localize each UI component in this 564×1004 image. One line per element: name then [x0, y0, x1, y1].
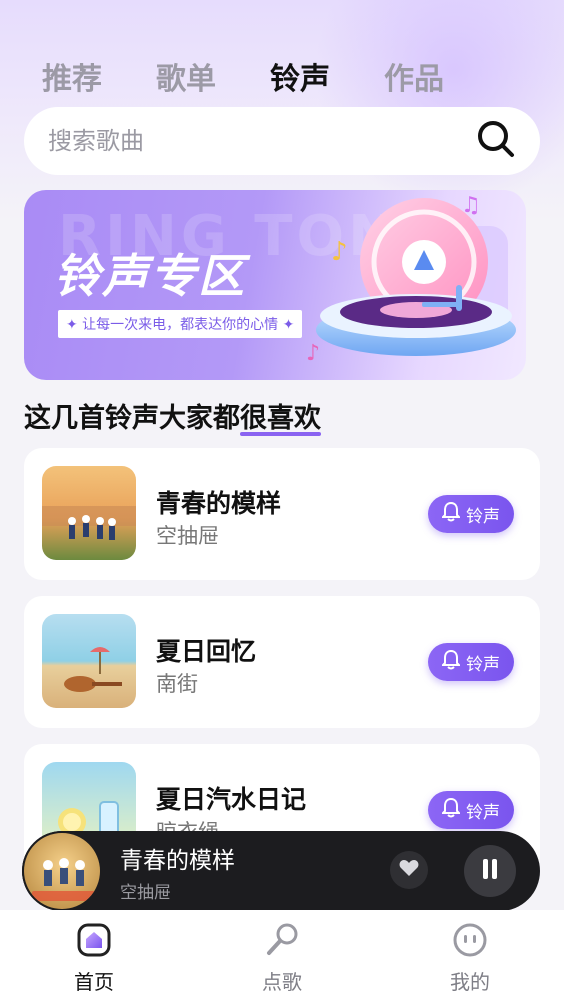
heart-icon: [399, 859, 419, 881]
player-cover: [22, 831, 102, 911]
ringtone-banner[interactable]: RING TONE 铃声专区 ✦ 让每一次来电，都表达你的心情 ✦ ♪ ♫ ♪: [24, 190, 526, 380]
song-artist: 空抽屉: [156, 524, 219, 548]
song-name: 夏日回忆: [156, 637, 257, 666]
section-title: 这几首铃声大家都很喜欢: [24, 403, 321, 434]
set-ringtone-button[interactable]: 铃声: [428, 791, 514, 829]
song-artist: 南街: [156, 672, 198, 696]
song-card[interactable]: 夏日回忆 南街 铃声: [24, 596, 540, 728]
song-name: 夏日汽水日记: [156, 785, 307, 814]
bell-icon: [440, 649, 462, 675]
tab-recommend[interactable]: 推荐: [42, 54, 102, 98]
pause-icon: [481, 858, 499, 884]
banner-title: 铃声专区: [54, 249, 246, 303]
banner-slogan: ✦ 让每一次来电，都表达你的心情 ✦: [58, 310, 303, 338]
nav-request-song[interactable]: 点歌: [222, 922, 342, 995]
nav-profile-label: 我的: [450, 970, 490, 994]
profile-icon: [452, 922, 488, 962]
search-icon[interactable]: [476, 119, 516, 163]
player-artist: 空抽屉: [120, 883, 171, 903]
tab-works[interactable]: 作品: [384, 54, 444, 98]
bottom-nav: 首页 点歌 我的: [0, 910, 564, 1004]
bell-icon: [440, 501, 462, 527]
bell-icon: [440, 797, 462, 823]
search-bar: [24, 107, 540, 175]
nav-profile[interactable]: 我的: [410, 922, 530, 995]
tab-ringtone[interactable]: 铃声: [270, 44, 338, 98]
search-input[interactable]: [48, 127, 448, 155]
record-player-illustration: ♪ ♫ ♪: [306, 190, 526, 380]
svg-text:♪: ♪: [331, 237, 348, 267]
song-card[interactable]: 青春的模样 空抽屉 铃声: [24, 448, 540, 580]
pause-button[interactable]: [464, 845, 516, 897]
nav-home-label: 首页: [74, 970, 114, 994]
nav-request-song-label: 点歌: [262, 970, 302, 994]
set-ringtone-button[interactable]: 铃声: [428, 643, 514, 681]
microphone-icon: [264, 922, 300, 962]
nav-home[interactable]: 首页: [34, 922, 154, 995]
song-cover: [42, 614, 136, 708]
mini-player[interactable]: 青春的模样 空抽屉: [22, 831, 540, 911]
song-name: 青春的模样: [156, 489, 282, 518]
set-ringtone-button[interactable]: 铃声: [428, 495, 514, 533]
tab-playlist[interactable]: 歌单: [156, 54, 216, 98]
svg-text:♪: ♪: [306, 341, 320, 366]
player-title: 青春的模样: [120, 848, 235, 874]
app-screen: 推荐 歌单 铃声 作品 RING TONE 铃声专区 ✦ 让每一次来电，都表达你…: [0, 0, 564, 1004]
like-button[interactable]: [390, 851, 428, 889]
song-cover: [42, 466, 136, 560]
home-icon: [76, 922, 112, 962]
svg-text:♫: ♫: [461, 193, 481, 218]
top-tabs: 推荐 歌单 铃声 作品: [42, 44, 444, 98]
